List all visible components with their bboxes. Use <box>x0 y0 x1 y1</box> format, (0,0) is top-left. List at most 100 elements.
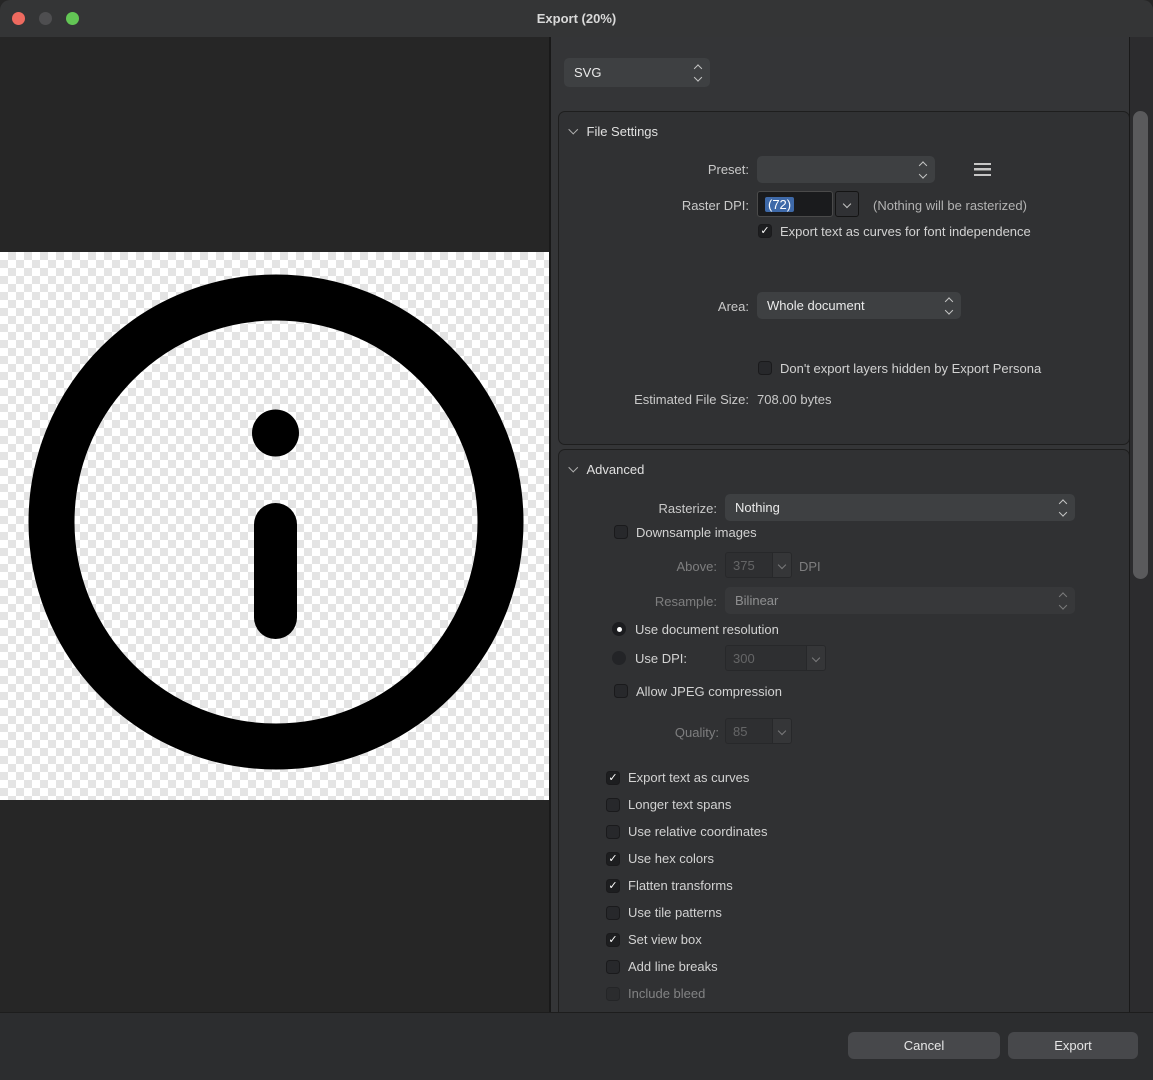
above-label: Above: <box>559 559 717 574</box>
above-dpi-input[interactable]: 375 <box>725 552 773 578</box>
option-row: ✓ Use hex colors <box>559 845 1129 872</box>
raster-dpi-selected-text: (72) <box>765 197 794 212</box>
preset-menu-icon[interactable] <box>974 163 991 176</box>
file-settings-title: File Settings <box>587 124 659 139</box>
titlebar[interactable]: Export (20%) <box>0 0 1153 37</box>
use-dpi-label[interactable]: Use DPI: <box>635 651 687 666</box>
advanced-header[interactable]: Advanced <box>570 462 644 477</box>
raster-dpi-input[interactable]: (72) <box>757 191 833 217</box>
option-label[interactable]: Use hex colors <box>628 851 714 866</box>
option-label[interactable]: Include bleed <box>628 986 705 1001</box>
option-row: Use tile patterns <box>559 899 1129 926</box>
up-down-chevrons-icon <box>946 298 952 313</box>
chevron-down-icon <box>569 463 578 472</box>
option-row: ✓ Export text as curves <box>559 764 1129 791</box>
option-label[interactable]: Set view box <box>628 932 702 947</box>
option-row: ✓ Flatten transforms <box>559 872 1129 899</box>
estimated-size-label: Estimated File Size: <box>559 392 749 407</box>
file-settings-section: File Settings Preset: Raster DPI: (72) (… <box>558 111 1130 445</box>
downsample-checkbox[interactable] <box>614 525 628 539</box>
downsample-label[interactable]: Downsample images <box>636 525 757 540</box>
rasterize-dropdown-value: Nothing <box>735 500 780 515</box>
quality-dropdown-button[interactable] <box>773 718 792 744</box>
area-dropdown-value: Whole document <box>767 298 865 313</box>
option-checkbox[interactable]: ✓ <box>606 771 620 785</box>
option-label[interactable]: Add line breaks <box>628 959 718 974</box>
use-document-resolution-label[interactable]: Use document resolution <box>635 622 779 637</box>
info-circle-artwork <box>0 252 549 800</box>
resample-label: Resample: <box>559 594 717 609</box>
down-chevron-icon <box>843 200 851 208</box>
area-dropdown[interactable]: Whole document <box>757 292 961 319</box>
option-checkbox[interactable]: ✓ <box>606 852 620 866</box>
down-chevron-icon <box>778 727 786 735</box>
advanced-section: Advanced Rasterize: Nothing Downsample i… <box>558 449 1130 1012</box>
option-checkbox[interactable] <box>606 906 620 920</box>
up-down-chevrons-icon <box>695 65 701 80</box>
raster-dpi-label: Raster DPI: <box>559 198 749 213</box>
down-chevron-icon <box>812 654 820 662</box>
raster-dpi-combo: (72) <box>757 191 859 217</box>
quality-label: Quality: <box>559 725 719 740</box>
resample-dropdown-value: Bilinear <box>735 593 778 608</box>
chevron-down-icon <box>569 125 578 134</box>
option-label[interactable]: Use relative coordinates <box>628 824 767 839</box>
option-checkbox[interactable] <box>606 987 620 1001</box>
option-row: Include bleed <box>559 980 1129 1007</box>
export-dialog: Export (20%) SVG File Settings Preset: <box>0 0 1153 1080</box>
option-checkbox[interactable]: ✓ <box>606 879 620 893</box>
format-dropdown[interactable]: SVG <box>564 58 710 87</box>
rasterize-dropdown[interactable]: Nothing <box>725 494 1075 521</box>
above-dpi-combo: 375 <box>725 552 792 578</box>
option-label[interactable]: Flatten transforms <box>628 878 733 893</box>
up-down-chevrons-icon <box>1060 500 1066 515</box>
quality-combo: 85 <box>725 718 792 744</box>
export-button[interactable]: Export <box>1008 1032 1138 1059</box>
file-settings-header[interactable]: File Settings <box>570 124 658 139</box>
use-dpi-dropdown-button[interactable] <box>807 645 826 671</box>
option-label[interactable]: Export text as curves <box>628 770 749 785</box>
option-row: Add line breaks <box>559 953 1129 980</box>
option-checkbox[interactable]: ✓ <box>606 933 620 947</box>
export-text-curves-checkbox[interactable]: ✓ <box>758 224 772 238</box>
use-document-resolution-radio[interactable] <box>612 622 626 636</box>
down-chevron-icon <box>778 561 786 569</box>
scrollbar-thumb[interactable] <box>1133 111 1148 579</box>
preset-dropdown[interactable] <box>757 156 935 183</box>
option-checkbox[interactable] <box>606 960 620 974</box>
option-label[interactable]: Use tile patterns <box>628 905 722 920</box>
allow-jpeg-checkbox[interactable] <box>614 684 628 698</box>
allow-jpeg-label[interactable]: Allow JPEG compression <box>636 684 782 699</box>
svg-options-list: ✓ Export text as curves Longer text spans U… <box>559 764 1129 1007</box>
dont-export-hidden-label[interactable]: Don't export layers hidden by Export Per… <box>780 361 1041 376</box>
dont-export-hidden-checkbox[interactable] <box>758 361 772 375</box>
use-dpi-radio[interactable] <box>612 651 626 665</box>
export-preview-pane[interactable] <box>0 37 549 1012</box>
option-row: Use relative coordinates <box>559 818 1129 845</box>
option-row: Longer text spans <box>559 791 1129 818</box>
raster-dpi-note: (Nothing will be rasterized) <box>873 198 1027 213</box>
use-dpi-combo: 300 <box>725 645 826 671</box>
use-dpi-input[interactable]: 300 <box>725 645 807 671</box>
cancel-button[interactable]: Cancel <box>848 1032 1000 1059</box>
above-dpi-dropdown-button[interactable] <box>773 552 792 578</box>
transparency-checkerboard <box>0 252 549 800</box>
settings-panel: SVG File Settings Preset: Raster DPI: (7… <box>551 37 1153 1012</box>
footer-bar: Cancel Export <box>0 1012 1153 1080</box>
raster-dpi-dropdown-button[interactable] <box>835 191 859 217</box>
format-dropdown-value: SVG <box>574 65 601 80</box>
area-label: Area: <box>559 299 749 314</box>
up-down-chevrons-icon <box>1060 593 1066 608</box>
option-label[interactable]: Longer text spans <box>628 797 731 812</box>
preset-label: Preset: <box>559 162 749 177</box>
up-down-chevrons-icon <box>920 162 926 177</box>
export-text-curves-label[interactable]: Export text as curves for font independe… <box>780 224 1031 239</box>
advanced-title: Advanced <box>587 462 645 477</box>
option-checkbox[interactable] <box>606 798 620 812</box>
rasterize-label: Rasterize: <box>559 501 717 516</box>
estimated-size-value: 708.00 bytes <box>757 392 831 407</box>
option-checkbox[interactable] <box>606 825 620 839</box>
quality-input[interactable]: 85 <box>725 718 773 744</box>
window-title: Export (20%) <box>0 0 1153 37</box>
resample-dropdown[interactable]: Bilinear <box>725 587 1075 614</box>
